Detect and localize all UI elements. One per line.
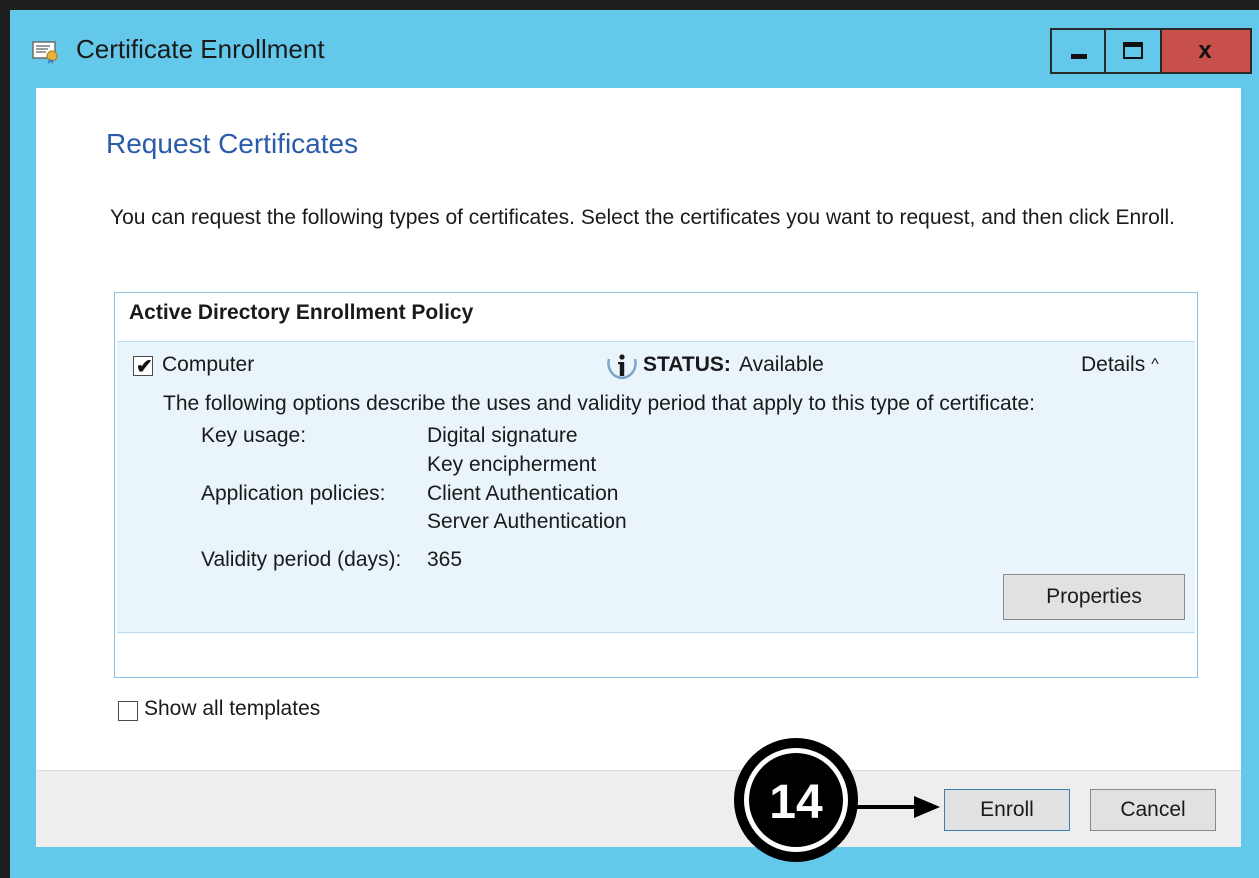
policy-header: Active Directory Enrollment Policy [129, 301, 474, 324]
certificate-icon [32, 41, 58, 64]
application-policies-label: Application policies: [201, 482, 386, 505]
close-button[interactable]: x [1162, 28, 1252, 74]
template-description: The following options describe the uses … [163, 392, 1035, 415]
key-usage-value: Key encipherment [427, 453, 597, 476]
validity-period-label: Validity period (days): [201, 548, 402, 571]
title-bar[interactable]: Certificate Enrollment x [10, 10, 1259, 88]
check-icon: ✔ [136, 356, 153, 378]
template-name: Computer [162, 353, 255, 376]
step-callout-ring: 14 [744, 748, 848, 852]
arrow-right-icon [856, 796, 940, 818]
status-label: STATUS: [643, 353, 731, 376]
maximize-icon [1123, 42, 1143, 59]
key-usage-label: Key usage: [201, 424, 307, 447]
dialog-content: Request Certificates You can request the… [36, 88, 1241, 846]
minimize-button[interactable] [1050, 28, 1106, 74]
step-callout: 14 [734, 738, 858, 862]
info-icon [607, 354, 637, 380]
computer-checkbox[interactable]: ✔ [133, 356, 153, 378]
details-toggle[interactable]: Details ^ [1081, 353, 1159, 377]
properties-button[interactable]: Properties [1003, 574, 1185, 620]
minimize-icon [1071, 54, 1087, 59]
step-number: 14 [769, 776, 823, 829]
dialog-footer: Enroll Cancel [36, 770, 1241, 847]
page-title: Request Certificates [106, 128, 359, 159]
chevron-up-icon: ^ [1151, 356, 1159, 373]
maximize-button[interactable] [1106, 28, 1162, 74]
close-icon: x [1198, 37, 1212, 64]
details-label: Details [1081, 353, 1146, 376]
application-policy-value: Client Authentication [427, 482, 619, 505]
certificate-template-item: ✔ Computer STATUS: Available Details ^ Th… [117, 341, 1195, 633]
intro-text: You can request the following types of c… [110, 206, 1175, 229]
enroll-button[interactable]: Enroll [944, 789, 1070, 831]
cancel-button[interactable]: Cancel [1090, 789, 1216, 831]
enrollment-policy-panel: Active Directory Enrollment Policy ✔ Com… [114, 292, 1198, 678]
application-policy-value: Server Authentication [427, 510, 627, 533]
show-all-templates-label[interactable]: Show all templates [144, 697, 320, 721]
show-all-templates-checkbox[interactable] [118, 701, 138, 721]
status-value: Available [739, 353, 824, 376]
key-usage-value: Digital signature [427, 424, 578, 447]
validity-period-value: 365 [427, 548, 463, 571]
window-title: Certificate Enrollment [76, 34, 325, 64]
